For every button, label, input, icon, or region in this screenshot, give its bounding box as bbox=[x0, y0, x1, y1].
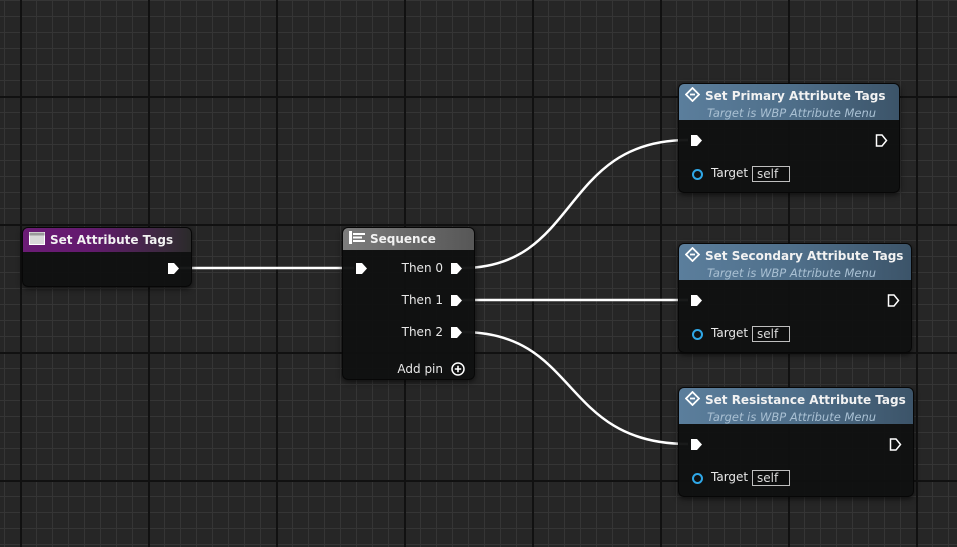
function-node-set-primary-attribute-tags[interactable]: Set Primary Attribute Tags Target is WBP… bbox=[678, 83, 900, 193]
then-0-label: Then 0 bbox=[401, 261, 443, 275]
exec-input-pin[interactable] bbox=[690, 438, 703, 451]
exec-input-pin[interactable] bbox=[690, 134, 703, 147]
function-node-set-resistance-attribute-tags[interactable]: Set Resistance Attribute Tags Target is … bbox=[678, 387, 914, 497]
sequence-node-header[interactable]: Sequence bbox=[343, 228, 474, 250]
plus-circle-icon[interactable] bbox=[451, 362, 465, 376]
function-node-header[interactable]: Set Resistance Attribute Tags Target is … bbox=[679, 388, 913, 424]
event-node-header[interactable]: Set Attribute Tags bbox=[23, 228, 191, 252]
target-value-self[interactable]: self bbox=[752, 326, 790, 342]
target-pin[interactable] bbox=[692, 473, 703, 484]
exec-output-pin[interactable] bbox=[875, 134, 888, 147]
function-node-subtitle: Target is WBP Attribute Menu bbox=[707, 106, 877, 120]
target-value-self[interactable]: self bbox=[752, 470, 790, 486]
event-node-icon bbox=[29, 232, 45, 248]
target-value-self[interactable]: self bbox=[752, 166, 790, 182]
function-node-header[interactable]: Set Primary Attribute Tags Target is WBP… bbox=[679, 84, 899, 120]
target-label: Target bbox=[711, 470, 749, 484]
then-1-label: Then 1 bbox=[401, 293, 443, 307]
sequence-node-title: Sequence bbox=[370, 232, 436, 246]
function-icon bbox=[684, 86, 701, 105]
exec-input-pin[interactable] bbox=[355, 262, 368, 275]
target-label: Target bbox=[711, 326, 749, 340]
exec-output-pin[interactable] bbox=[889, 438, 902, 451]
target-pin[interactable] bbox=[692, 169, 703, 180]
then-2-label: Then 2 bbox=[401, 325, 443, 339]
function-node-title: Set Secondary Attribute Tags bbox=[705, 249, 904, 263]
function-icon bbox=[684, 246, 701, 265]
function-node-title: Set Resistance Attribute Tags bbox=[705, 393, 906, 407]
function-node-header[interactable]: Set Secondary Attribute Tags Target is W… bbox=[679, 244, 911, 280]
exec-output-pin[interactable] bbox=[167, 262, 180, 275]
sequence-icon bbox=[349, 231, 365, 247]
function-node-set-secondary-attribute-tags[interactable]: Set Secondary Attribute Tags Target is W… bbox=[678, 243, 912, 353]
exec-input-pin[interactable] bbox=[690, 294, 703, 307]
function-node-title: Set Primary Attribute Tags bbox=[705, 89, 886, 103]
exec-output-pin[interactable] bbox=[887, 294, 900, 307]
target-pin[interactable] bbox=[692, 329, 703, 340]
event-node-set-attribute-tags[interactable]: Set Attribute Tags bbox=[22, 227, 192, 287]
event-node-title: Set Attribute Tags bbox=[50, 233, 174, 247]
then-0-pin[interactable] bbox=[450, 262, 463, 275]
target-label: Target bbox=[711, 166, 749, 180]
add-pin-label[interactable]: Add pin bbox=[397, 362, 443, 376]
sequence-node[interactable]: Sequence Then 0 Then 1 Then 2 Add pin bbox=[342, 227, 475, 380]
function-node-subtitle: Target is WBP Attribute Menu bbox=[707, 410, 877, 424]
function-node-subtitle: Target is WBP Attribute Menu bbox=[707, 266, 877, 280]
then-2-pin[interactable] bbox=[450, 326, 463, 339]
function-icon bbox=[684, 390, 701, 409]
then-1-pin[interactable] bbox=[450, 294, 463, 307]
